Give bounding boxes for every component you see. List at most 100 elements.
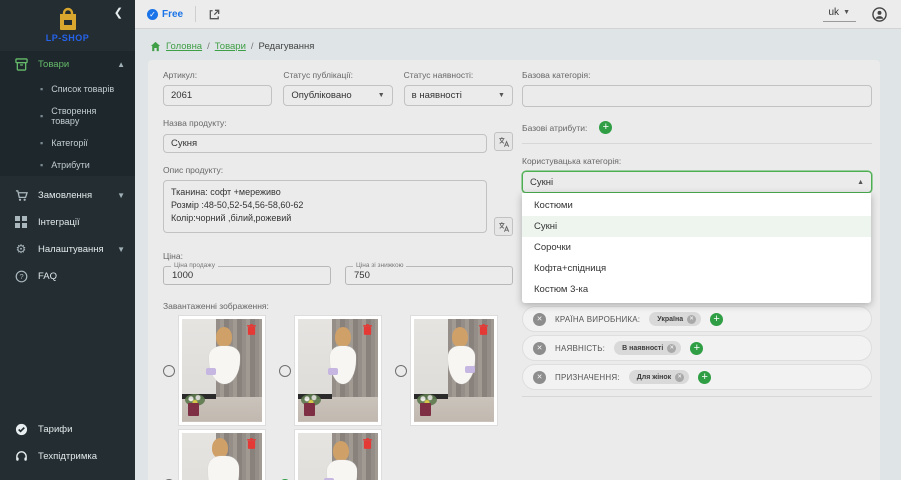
dropdown-option-selected[interactable]: Сукні (522, 216, 871, 237)
brand-name: LP-SHOP (0, 33, 135, 43)
attribute-name: ПРИЗНАЧЕННЯ: (555, 373, 620, 382)
translate-name-button[interactable] (494, 132, 513, 151)
plan-badge-label: Free (162, 9, 183, 20)
remove-chip-button[interactable]: ✕ (687, 315, 696, 324)
description-label: Опис продукту: (163, 165, 513, 175)
dropdown-option[interactable]: Костюм 3-ка (522, 279, 871, 300)
bullet-icon: ▪ (40, 111, 43, 121)
stock-status-group: Статус наявності: в наявності ▼ (404, 70, 513, 106)
image-radio[interactable] (279, 365, 291, 377)
sidebar-item-tariffs[interactable]: Тарифи (0, 416, 135, 443)
edit-product-card: Артикул: Статус публікації: Опубліковано… (148, 60, 880, 480)
add-base-attribute-button[interactable]: + (599, 121, 612, 134)
sale-price-field[interactable]: Ціна продажу 1000 (163, 266, 331, 285)
headset-icon (14, 450, 28, 463)
remove-chip-button[interactable]: ✕ (667, 344, 676, 353)
remove-attribute-button[interactable]: ✕ (533, 371, 546, 384)
caret-down-icon: ▼ (498, 92, 505, 99)
delete-image-button[interactable] (363, 324, 372, 335)
publish-status-select[interactable]: Опубліковано ▼ (283, 85, 392, 106)
sale-price-value: 1000 (172, 270, 193, 281)
delete-image-button[interactable] (247, 324, 256, 335)
plan-badge[interactable]: ✓ Free (147, 9, 183, 20)
custom-category-dropdown: Костюми Сукні Сорочки Кофта+спідниця Кос… (522, 193, 871, 303)
dropdown-option[interactable]: Кофта+спідниця (522, 258, 871, 279)
sidebar-item-faq[interactable]: ? FAQ (0, 263, 135, 290)
trash-icon (247, 324, 256, 335)
dropdown-option[interactable]: Костюми (522, 195, 871, 216)
sidebar-item-label: Замовлення (38, 190, 92, 201)
add-value-button[interactable]: + (710, 313, 723, 326)
user-avatar-icon[interactable] (872, 7, 887, 22)
remove-chip-button[interactable]: ✕ (675, 373, 684, 382)
delete-image-button[interactable] (363, 438, 372, 449)
sub-item-label: Створення товару (51, 106, 125, 126)
sku-input[interactable] (163, 85, 272, 106)
product-name-input[interactable] (163, 134, 487, 153)
chip-label: Україна (657, 316, 683, 323)
remove-attribute-button[interactable]: ✕ (533, 313, 546, 326)
trash-icon (363, 438, 372, 449)
sidebar-item-label: Товари (38, 59, 69, 70)
sidebar-item-product-list[interactable]: ▪ Список товарів (0, 78, 135, 100)
sidebar-collapse-icon[interactable]: ❮ (114, 6, 123, 19)
sku-label: Артикул: (163, 70, 272, 80)
attribute-chip: Україна ✕ (649, 312, 701, 326)
shop-bag-logo-icon (57, 7, 79, 31)
sidebar-item-attributes[interactable]: ▪ Атрибути (0, 154, 135, 176)
sidebar-item-categories[interactable]: ▪ Категорії (0, 132, 135, 154)
breadcrumb-products[interactable]: Товари (215, 41, 246, 52)
sidebar: LP-SHOP ❮ Товари ▲ ▪ Список товарів ▪ Ст… (0, 0, 135, 480)
remove-attribute-button[interactable]: ✕ (533, 342, 546, 355)
sidebar-item-settings[interactable]: ⚙ Налаштування ▼ (0, 235, 135, 263)
sidebar-item-orders[interactable]: Замовлення ▼ (0, 182, 135, 209)
translate-icon (498, 221, 510, 233)
breadcrumb-separator: / (207, 41, 210, 52)
trash-icon (363, 324, 372, 335)
sale-price-legend: Ціна продажу (171, 262, 218, 269)
image-cell (395, 316, 511, 425)
language-select[interactable]: uk ▼ (823, 7, 857, 22)
external-link-icon[interactable] (208, 8, 221, 21)
nav-group-products: Товари ▲ ▪ Список товарів ▪ Створення то… (0, 51, 135, 176)
sidebar-item-label: Налаштування (38, 244, 104, 255)
image-cell (163, 316, 279, 425)
sidebar-item-products[interactable]: Товари ▲ (0, 51, 135, 78)
delete-image-button[interactable] (479, 324, 488, 335)
add-value-button[interactable]: + (690, 342, 703, 355)
caret-down-icon: ▼ (378, 92, 385, 99)
discount-price-field[interactable]: Ціна зі знижкою 750 (345, 266, 513, 285)
description-textarea[interactable]: Тканина: софт +мереживо Розмір :48-50,52… (163, 180, 487, 233)
bullet-icon: ▪ (40, 84, 43, 94)
base-attributes-label: Базові атрибути: (522, 123, 587, 133)
base-attributes-row: Базові атрибути: + (522, 121, 872, 134)
caret-down-icon: ▼ (843, 9, 850, 16)
product-photo (411, 316, 497, 425)
publish-status-value: Опубліковано (291, 90, 351, 101)
grid-icon (14, 216, 28, 228)
language-value: uk (829, 7, 840, 18)
stock-status-value: в наявності (412, 90, 462, 101)
custom-category-select[interactable]: Сукні ▲ (522, 171, 872, 193)
sidebar-item-integrations[interactable]: Інтеграції (0, 209, 135, 235)
divider (522, 143, 872, 144)
translate-description-button[interactable] (494, 217, 513, 236)
image-radio[interactable] (163, 365, 175, 377)
publish-status-label: Статус публікації: (283, 70, 392, 80)
breadcrumb-separator: / (251, 41, 254, 52)
stock-status-select[interactable]: в наявності ▼ (404, 85, 513, 106)
breadcrumb-home[interactable]: Головна (166, 41, 202, 52)
add-value-button[interactable]: + (698, 371, 711, 384)
delete-image-button[interactable] (247, 438, 256, 449)
sidebar-item-support[interactable]: Техпідтримка (0, 443, 135, 470)
home-icon (150, 41, 161, 52)
base-category-input[interactable] (522, 85, 872, 107)
attribute-pill-availability: ✕ НАЯВНІСТЬ: В наявності ✕ + (522, 335, 872, 361)
sidebar-item-product-create[interactable]: ▪ Створення товару (0, 100, 135, 132)
price-label: Ціна: (163, 251, 513, 261)
dropdown-option[interactable]: Сорочки (522, 237, 871, 258)
description-row: Тканина: софт +мереживо Розмір :48-50,52… (163, 180, 513, 238)
image-grid (163, 316, 513, 480)
image-radio[interactable] (395, 365, 407, 377)
stock-status-label: Статус наявності: (404, 70, 513, 80)
